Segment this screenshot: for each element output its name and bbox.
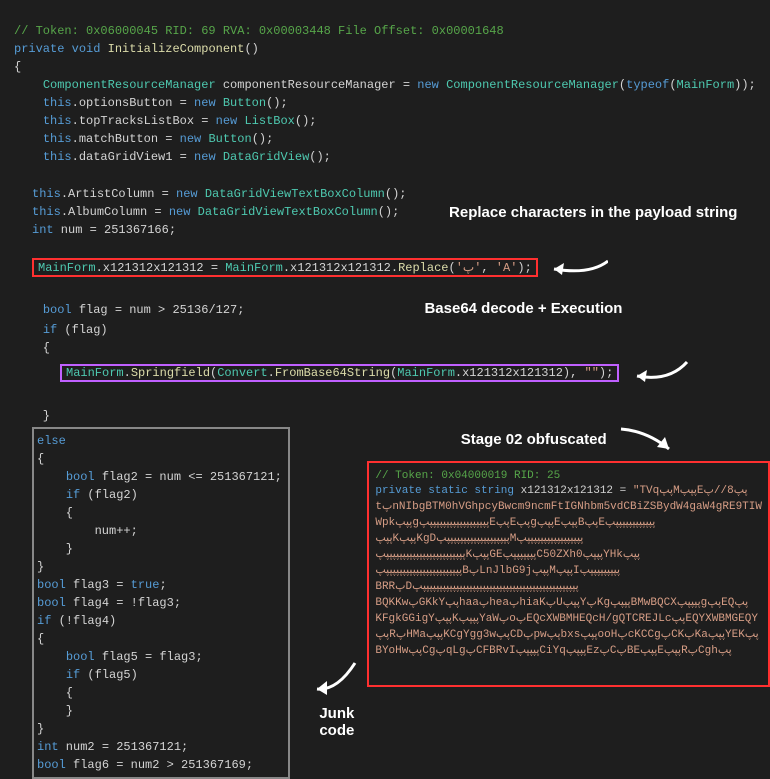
springfield-box: MainForm.Springfield(Convert.FromBase64S… xyxy=(60,364,619,382)
stage-label: Stage 02 obfuscated xyxy=(461,431,607,448)
stage-arrow-icon xyxy=(617,425,677,455)
token-comment: // Token: 0x06000045 RID: 69 RVA: 0x0000… xyxy=(14,24,504,38)
junk-box: else { bool flag2 = num <= 251367121; if… xyxy=(32,427,290,779)
bool-flag-line: bool flag = num > 25136/127; xyxy=(14,303,244,317)
inner-brace-open: { xyxy=(14,341,50,355)
int-num-line: int num = 251367166; xyxy=(32,223,176,237)
junk-label: Junk code xyxy=(300,705,355,739)
assign-line-0: ComponentResourceManager componentResour… xyxy=(14,78,756,92)
replace-label: Replace characters in the payload string xyxy=(449,204,737,221)
open-brace: { xyxy=(14,60,21,74)
base64-arrow-icon xyxy=(633,360,689,386)
inner-brace-close: } xyxy=(14,409,50,423)
replace-arrow-icon xyxy=(552,257,608,277)
junk-arrow-icon xyxy=(311,659,357,699)
junk-code: else { bool flag2 = num <= 251367121; if… xyxy=(37,432,282,774)
replace-box: MainForm.x121312x121312 = MainForm.x1213… xyxy=(32,258,538,277)
assign-line-6: this.AlbumColumn = new DataGridViewTextB… xyxy=(32,205,399,219)
base64-label: Base64 decode + Execution xyxy=(424,300,622,317)
assign-line-5: this.ArtistColumn = new DataGridViewText… xyxy=(32,187,406,201)
assign-line-2: this.topTracksListBox = new ListBox(); xyxy=(14,114,317,128)
obfuscated-box: // Token: 0x04000019 RID: 25 private sta… xyxy=(367,461,770,687)
assign-line-1: this.optionsButton = new Button(); xyxy=(14,96,288,110)
method-decl-line: private void InitializeComponent() xyxy=(14,42,259,56)
assign-line-3: this.matchButton = new Button(); xyxy=(14,132,273,146)
assign-line-4: this.dataGridView1 = new DataGridView(); xyxy=(14,150,331,164)
if-flag-line: if (flag) xyxy=(14,323,108,337)
